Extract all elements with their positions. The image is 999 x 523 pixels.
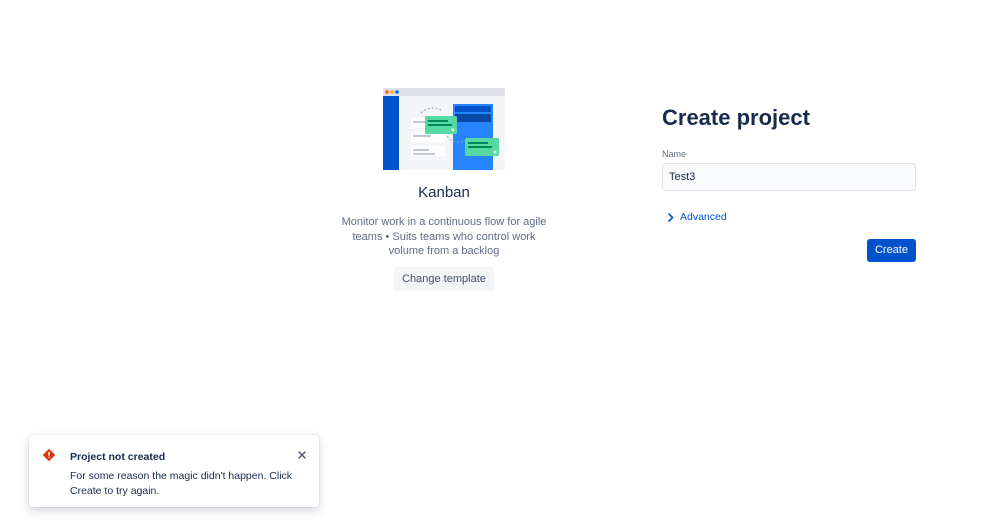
form-actions: Create — [662, 239, 916, 262]
create-project-page: Kanban Monitor work in a continuous flow… — [0, 0, 999, 523]
error-icon — [43, 449, 55, 461]
template-panel: Kanban Monitor work in a continuous flow… — [334, 88, 554, 291]
error-flag: Project not created For some reason the … — [29, 435, 319, 507]
advanced-label: Advanced — [680, 211, 727, 223]
name-field-label: Name — [662, 149, 687, 159]
chevron-right-icon — [668, 212, 674, 222]
template-description: Monitor work in a continuous flow for ag… — [341, 216, 547, 257]
advanced-toggle[interactable]: Advanced — [668, 211, 727, 223]
close-icon[interactable] — [296, 449, 308, 461]
name-input[interactable] — [662, 163, 916, 191]
kanban-board-illustration — [383, 88, 505, 170]
template-name: Kanban — [418, 184, 470, 201]
page-title: Create project — [662, 105, 810, 130]
flag-message: For some reason the magic didn't happen.… — [70, 470, 293, 497]
create-button[interactable]: Create — [866, 239, 916, 262]
change-template-button[interactable]: Change template — [394, 266, 494, 291]
flag-title: Project not created — [70, 451, 166, 463]
create-project-form: Create project Name Advanced Create — [662, 104, 916, 262]
